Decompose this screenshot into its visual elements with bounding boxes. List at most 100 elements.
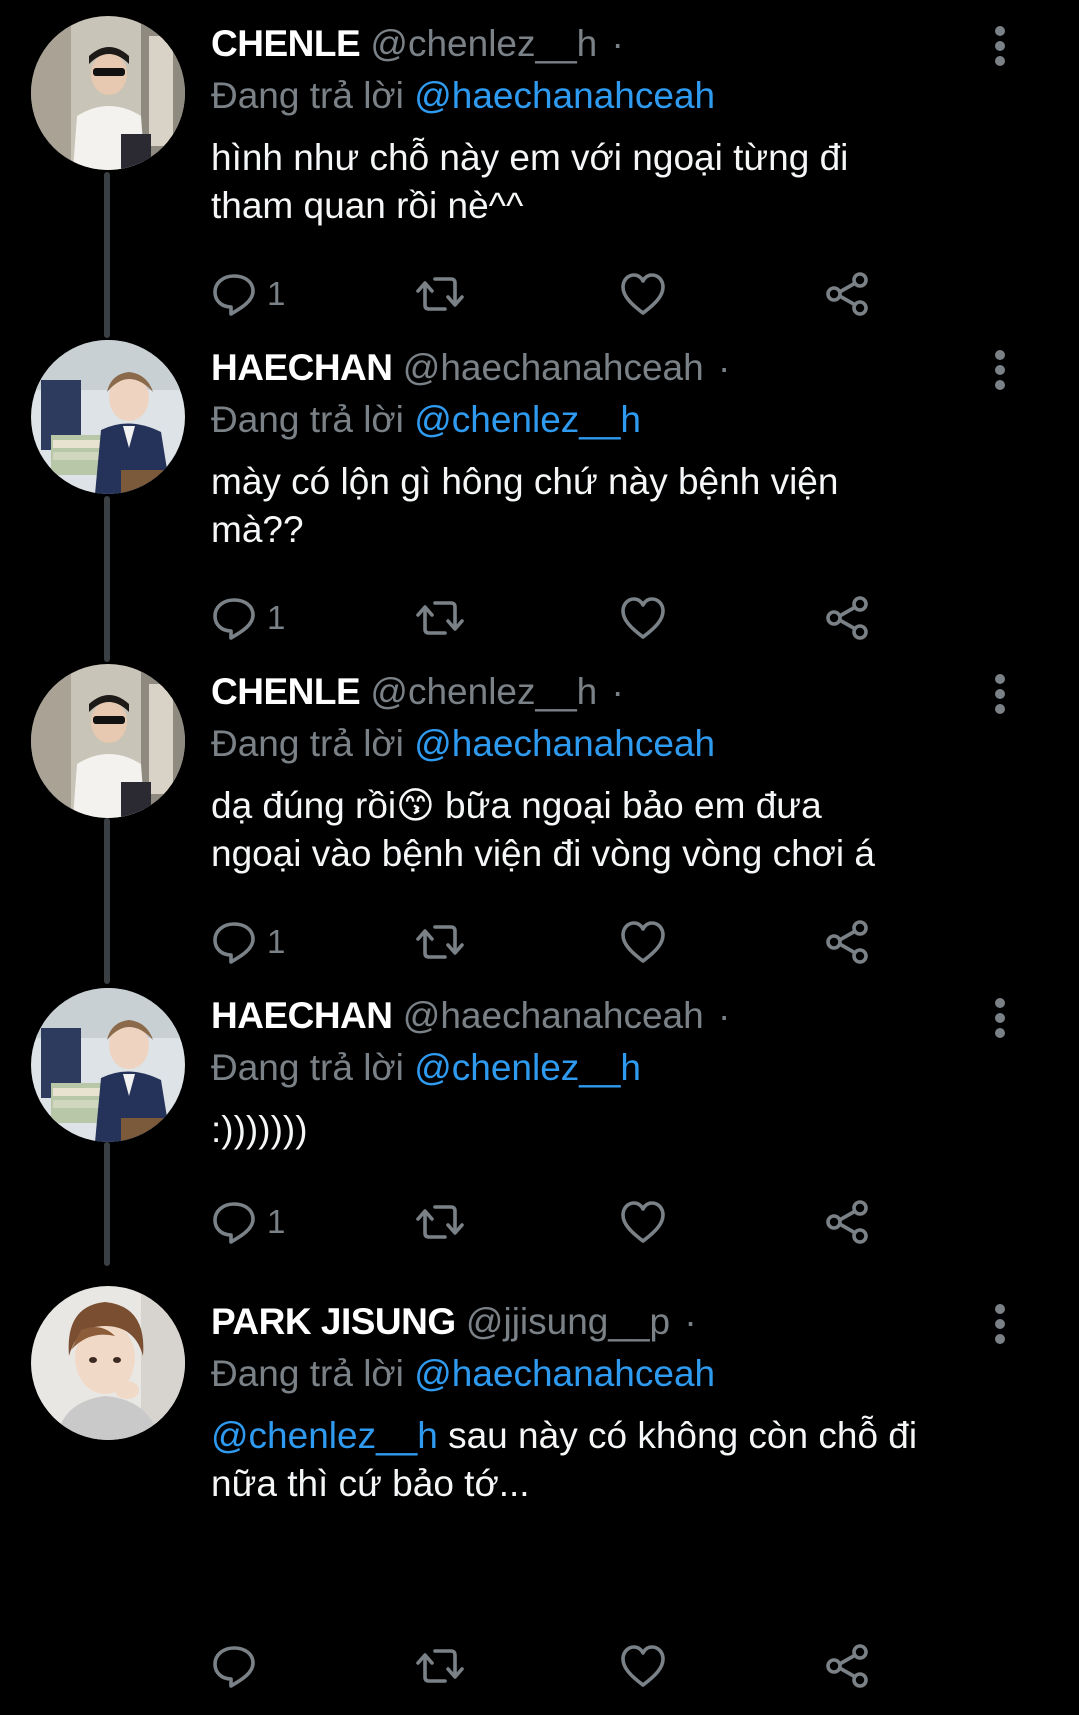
more-options-button[interactable] xyxy=(988,24,1012,68)
separator-dot: · xyxy=(611,671,624,712)
replying-to-line: Đang trả lời @haechanahceah xyxy=(211,1348,715,1400)
tweet[interactable]: CHENLE @chenlez__h · Đang trả lời @haech… xyxy=(0,648,1079,988)
reply-button[interactable] xyxy=(211,1638,267,1694)
tweet-actions xyxy=(211,1638,911,1694)
tweet-text: hình như chỗ này em với ngoại từng đi th… xyxy=(211,134,1011,230)
tweet-header: CHENLE @chenlez__h · xyxy=(211,666,624,718)
tweet[interactable]: HAECHAN @haechanahceah · Đang trả lời @c… xyxy=(0,972,1079,1272)
reply-to-mention-link[interactable]: @chenlez__h xyxy=(414,1047,641,1088)
like-button[interactable] xyxy=(619,590,667,646)
retweet-button[interactable] xyxy=(415,1194,465,1250)
vertical-ellipsis-icon xyxy=(995,674,1005,714)
avatar[interactable] xyxy=(31,664,185,818)
tweet-actions: 1 xyxy=(211,590,911,646)
tweet-text-line: nữa thì cứ bảo tớ... xyxy=(211,1463,530,1504)
speech-bubble-icon xyxy=(213,598,255,640)
tweet-actions: 1 xyxy=(211,266,911,322)
replying-to-line: Đang trả lời @haechanahceah xyxy=(211,70,715,122)
reply-thread: CHENLE @chenlez__h · Đang trả lời @haech… xyxy=(0,0,1079,1715)
reply-to-mention-link[interactable]: @haechanahceah xyxy=(414,1353,715,1394)
heart-outline-icon xyxy=(621,1201,665,1243)
tweet-text-line: ngoại vào bệnh viện đi vòng vòng chơi á xyxy=(211,833,876,874)
retweet-button[interactable] xyxy=(415,590,465,646)
tweet-text-line: :))))))) xyxy=(211,1109,308,1150)
tweet-text: dạ đúng rồi😙 bữa ngoại bảo em đưa ngoại … xyxy=(211,782,1011,878)
reply-button[interactable]: 1 xyxy=(211,266,285,322)
retweet-button[interactable] xyxy=(415,914,465,970)
vertical-ellipsis-icon xyxy=(995,998,1005,1038)
reply-button[interactable]: 1 xyxy=(211,590,285,646)
reply-count: 1 xyxy=(267,1203,286,1240)
separator-dot: · xyxy=(611,23,624,64)
share-nodes-icon xyxy=(826,920,868,964)
inline-mention-link[interactable]: @chenlez__h xyxy=(211,1415,438,1456)
avatar[interactable] xyxy=(31,340,185,494)
separator-dot: · xyxy=(684,1301,697,1342)
reply-button[interactable]: 1 xyxy=(211,1194,285,1250)
separator-dot: · xyxy=(717,995,731,1036)
retweet-icon xyxy=(416,1205,464,1239)
username[interactable]: @haechanahceah xyxy=(403,347,704,388)
retweet-icon xyxy=(416,277,464,311)
tweet[interactable]: HAECHAN @haechanahceah · Đang trả lời @c… xyxy=(0,324,1079,664)
tweet-header: PARK JISUNG @jjisung__p · xyxy=(211,1296,697,1348)
replying-to-label: Đang trả lời xyxy=(211,75,404,116)
share-button[interactable] xyxy=(823,914,871,970)
more-options-button[interactable] xyxy=(988,1302,1012,1346)
share-button[interactable] xyxy=(823,266,871,322)
share-nodes-icon xyxy=(826,1644,868,1688)
more-options-button[interactable] xyxy=(988,672,1012,716)
tweet-text-line: tham quan rồi nè^^ xyxy=(211,185,524,226)
username[interactable]: @chenlez__h xyxy=(370,23,597,64)
heart-outline-icon xyxy=(621,597,665,639)
display-name[interactable]: PARK JISUNG xyxy=(211,1301,456,1342)
tweet-header: HAECHAN @haechanahceah · xyxy=(211,990,730,1042)
like-button[interactable] xyxy=(619,1638,667,1694)
share-nodes-icon xyxy=(826,272,868,316)
display-name[interactable]: CHENLE xyxy=(211,23,361,64)
heart-outline-icon xyxy=(621,273,665,315)
tweet-header: HAECHAN @haechanahceah · xyxy=(211,342,730,394)
replying-to-line: Đang trả lời @chenlez__h xyxy=(211,394,641,446)
share-button[interactable] xyxy=(823,1194,871,1250)
heart-outline-icon xyxy=(621,921,665,963)
reply-button[interactable]: 1 xyxy=(211,914,285,970)
vertical-ellipsis-icon xyxy=(995,1304,1005,1344)
vertical-ellipsis-icon xyxy=(995,350,1005,390)
reply-to-mention-link[interactable]: @haechanahceah xyxy=(414,723,715,764)
reply-count: 1 xyxy=(267,275,286,312)
reply-count: 1 xyxy=(267,599,286,636)
username[interactable]: @chenlez__h xyxy=(370,671,597,712)
tweet-actions: 1 xyxy=(211,914,911,970)
reply-to-mention-link[interactable]: @haechanahceah xyxy=(414,75,715,116)
more-options-button[interactable] xyxy=(988,996,1012,1040)
more-options-button[interactable] xyxy=(988,348,1012,392)
like-button[interactable] xyxy=(619,266,667,322)
tweet-actions: 1 xyxy=(211,1194,911,1250)
share-button[interactable] xyxy=(823,1638,871,1694)
tweet-text-segment: dạ đúng rồi xyxy=(211,785,397,826)
avatar[interactable] xyxy=(31,1286,185,1440)
avatar[interactable] xyxy=(31,16,185,170)
avatar[interactable] xyxy=(31,988,185,1142)
tweet[interactable]: CHENLE @chenlez__h · Đang trả lời @haech… xyxy=(0,0,1079,340)
reply-to-mention-link[interactable]: @chenlez__h xyxy=(414,399,641,440)
share-button[interactable] xyxy=(823,590,871,646)
like-button[interactable] xyxy=(619,914,667,970)
username[interactable]: @haechanahceah xyxy=(403,995,704,1036)
tweet-header: CHENLE @chenlez__h · xyxy=(211,18,624,70)
username[interactable]: @jjisung__p xyxy=(466,1301,670,1342)
replying-to-label: Đang trả lời xyxy=(211,1047,404,1088)
tweet[interactable]: PARK JISUNG @jjisung__p · Đang trả lời @… xyxy=(0,1278,1079,1715)
display-name[interactable]: HAECHAN xyxy=(211,995,393,1036)
share-nodes-icon xyxy=(826,596,868,640)
like-button[interactable] xyxy=(619,1194,667,1250)
replying-to-line: Đang trả lời @chenlez__h xyxy=(211,1042,641,1094)
speech-bubble-icon xyxy=(213,922,255,964)
retweet-button[interactable] xyxy=(415,1638,465,1694)
speech-bubble-icon xyxy=(213,1646,255,1688)
display-name[interactable]: CHENLE xyxy=(211,671,361,712)
tweet-text-line: mày có lộn gì hông chứ này bệnh viện xyxy=(211,461,839,502)
display-name[interactable]: HAECHAN xyxy=(211,347,393,388)
retweet-button[interactable] xyxy=(415,266,465,322)
